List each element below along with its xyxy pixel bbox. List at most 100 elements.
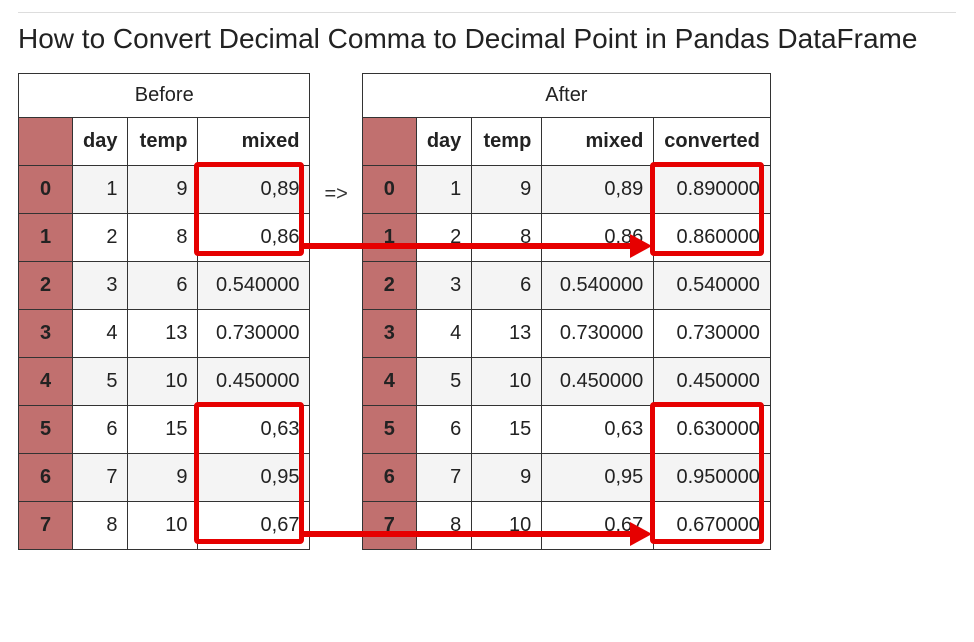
cell-temp: 6 [472,262,542,310]
before-col-mixed: mixed [198,118,310,166]
cell-temp: 8 [472,214,542,262]
cell-day: 8 [416,502,471,550]
row-index: 7 [362,502,416,550]
cell-day: 7 [73,454,128,502]
table-row: 45100.4500000.450000 [362,358,770,406]
cell-converted: 0.950000 [654,454,771,502]
row-index: 6 [19,454,73,502]
row-index: 4 [362,358,416,406]
row-index: 0 [362,166,416,214]
row-index: 3 [19,310,73,358]
cell-day: 2 [416,214,471,262]
cell-converted: 0.860000 [654,214,771,262]
cell-mixed: 0,89 [198,166,310,214]
page-title: How to Convert Decimal Comma to Decimal … [18,23,956,55]
row-index: 1 [19,214,73,262]
cell-converted: 0.890000 [654,166,771,214]
cell-mixed: 0,63 [542,406,654,454]
after-table: After day temp mixed converted 0190,890.… [362,73,771,550]
top-divider [18,12,956,13]
cell-temp: 15 [128,406,198,454]
cell-temp: 9 [472,454,542,502]
cell-mixed: 0,89 [542,166,654,214]
row-index: 2 [362,262,416,310]
cell-day: 1 [416,166,471,214]
after-col-mixed: mixed [542,118,654,166]
cell-mixed: 0.730000 [198,310,310,358]
cell-day: 3 [73,262,128,310]
after-index-header [362,118,416,166]
cell-day: 4 [416,310,471,358]
row-index: 4 [19,358,73,406]
cell-temp: 10 [128,502,198,550]
cell-mixed: 0.730000 [542,310,654,358]
cell-temp: 6 [128,262,198,310]
cell-mixed: 0,67 [542,502,654,550]
cell-temp: 8 [128,214,198,262]
cell-mixed: 0,86 [198,214,310,262]
cell-mixed: 0,95 [198,454,310,502]
cell-day: 6 [73,406,128,454]
cell-converted: 0.450000 [654,358,771,406]
cell-mixed: 0,67 [198,502,310,550]
cell-day: 7 [416,454,471,502]
table-row: 78100,67 [19,502,310,550]
table-row: 34130.730000 [19,310,310,358]
cell-temp: 9 [472,166,542,214]
cell-temp: 10 [472,358,542,406]
arrow-between: => [310,183,361,206]
cell-day: 6 [416,406,471,454]
cell-temp: 9 [128,166,198,214]
before-table: Before day temp mixed 0190,891280,862360… [18,73,310,550]
cell-converted: 0.630000 [654,406,771,454]
cell-day: 5 [416,358,471,406]
row-index: 1 [362,214,416,262]
row-index: 6 [362,454,416,502]
cell-day: 8 [73,502,128,550]
row-index: 5 [19,406,73,454]
row-index: 7 [19,502,73,550]
cell-temp: 10 [128,358,198,406]
before-col-temp: temp [128,118,198,166]
cell-temp: 9 [128,454,198,502]
cell-mixed: 0,63 [198,406,310,454]
after-caption: After [362,73,771,117]
table-row: 45100.450000 [19,358,310,406]
after-col-temp: temp [472,118,542,166]
cell-mixed: 0,95 [542,454,654,502]
table-row: 0190,890.890000 [362,166,770,214]
tables-container: Before day temp mixed 0190,891280,862360… [18,73,956,550]
cell-temp: 15 [472,406,542,454]
cell-day: 2 [73,214,128,262]
table-row: 34130.7300000.730000 [362,310,770,358]
cell-temp: 13 [472,310,542,358]
cell-day: 4 [73,310,128,358]
before-caption: Before [18,73,310,117]
cell-day: 1 [73,166,128,214]
before-index-header [19,118,73,166]
table-row: 2360.5400000.540000 [362,262,770,310]
cell-mixed: 0.450000 [542,358,654,406]
cell-temp: 10 [472,502,542,550]
row-index: 3 [362,310,416,358]
table-row: 1280,860.860000 [362,214,770,262]
table-row: 56150,630.630000 [362,406,770,454]
row-index: 2 [19,262,73,310]
cell-converted: 0.540000 [654,262,771,310]
table-row: 56150,63 [19,406,310,454]
after-col-converted: converted [654,118,771,166]
cell-day: 5 [73,358,128,406]
table-row: 6790,950.950000 [362,454,770,502]
table-row: 1280,86 [19,214,310,262]
cell-mixed: 0.540000 [542,262,654,310]
table-row: 6790,95 [19,454,310,502]
table-row: 78100,670.670000 [362,502,770,550]
row-index: 0 [19,166,73,214]
cell-converted: 0.730000 [654,310,771,358]
after-col-day: day [416,118,471,166]
before-col-day: day [73,118,128,166]
cell-mixed: 0.540000 [198,262,310,310]
table-row: 2360.540000 [19,262,310,310]
table-row: 0190,89 [19,166,310,214]
cell-mixed: 0,86 [542,214,654,262]
